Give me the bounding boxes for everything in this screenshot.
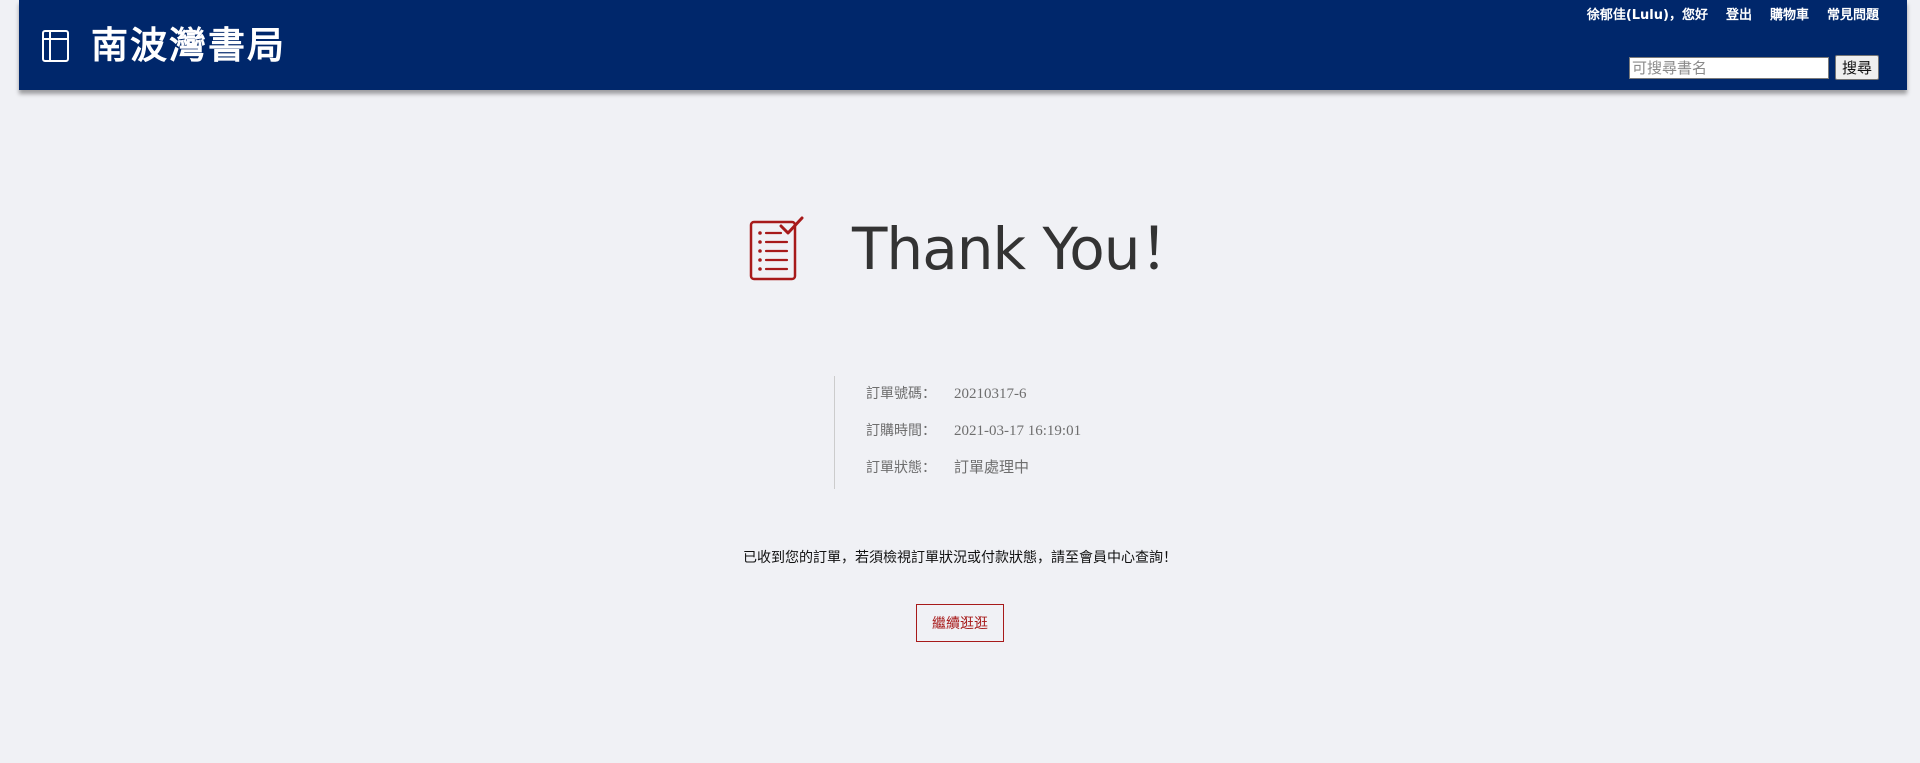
order-info: 訂單號碼： 20210317-6 訂購時間： 2021-03-17 16:19:… xyxy=(834,376,1081,489)
order-number-row: 訂單號碼： 20210317-6 xyxy=(866,383,1081,420)
search-bar: 搜尋 xyxy=(1628,55,1879,80)
thank-you-heading: Thank You！ xyxy=(748,214,1197,284)
order-status-row: 訂單狀態： 訂單處理中 xyxy=(866,457,1081,494)
order-status-label: 訂單狀態： xyxy=(866,460,936,476)
checklist-icon xyxy=(749,216,804,281)
top-nav: 徐郁佳(Lulu)，您好 登出 購物車 常見問題 xyxy=(1587,7,1879,24)
order-number-value: 20210317-6 xyxy=(954,386,1027,402)
cart-link[interactable]: 購物車 xyxy=(1770,7,1809,24)
faq-link[interactable]: 常見問題 xyxy=(1827,7,1879,24)
page-title: Thank You！ xyxy=(852,215,1197,283)
site-logo-text[interactable]: 南波灣書局 xyxy=(91,24,286,68)
search-input[interactable] xyxy=(1628,56,1829,79)
user-greeting-link[interactable]: 徐郁佳(Lulu)，您好 xyxy=(1587,7,1708,24)
search-button[interactable]: 搜尋 xyxy=(1834,55,1879,80)
book-icon[interactable] xyxy=(41,29,71,63)
order-received-message: 已收到您的訂單，若須檢視訂單狀況或付款狀態，請至會員中心查詢！ xyxy=(743,550,1177,566)
order-time-value: 2021-03-17 16:19:01 xyxy=(954,423,1082,439)
site-header: 南波灣書局 徐郁佳(Lulu)，您好 登出 購物車 常見問題 搜尋 xyxy=(19,0,1907,90)
order-time-row: 訂購時間： 2021-03-17 16:19:01 xyxy=(866,420,1081,457)
order-number-label: 訂單號碼： xyxy=(866,386,936,402)
continue-shopping-button[interactable]: 繼續逛逛 xyxy=(916,604,1004,642)
logout-link[interactable]: 登出 xyxy=(1726,7,1752,24)
order-status-value: 訂單處理中 xyxy=(954,460,1030,476)
order-time-label: 訂購時間： xyxy=(866,423,936,439)
